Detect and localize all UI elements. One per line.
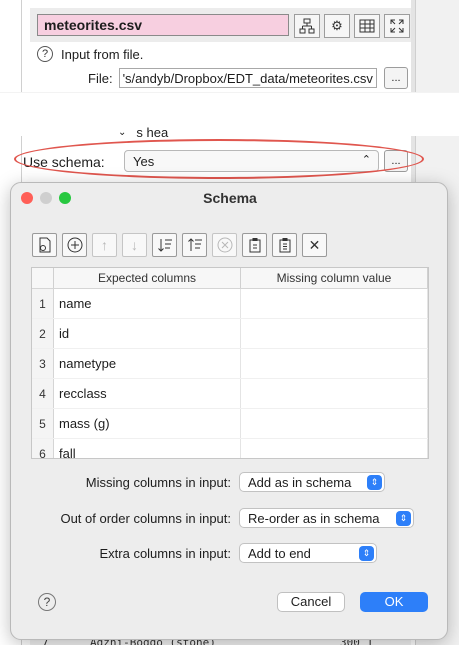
checkbox-icon[interactable]: ⌄ bbox=[118, 127, 126, 138]
row-number-header bbox=[32, 268, 54, 288]
schema-table: Expected columns Missing column value 1 … bbox=[31, 267, 429, 459]
table-row[interactable]: 4 recclass bbox=[32, 379, 428, 409]
expected-column-cell[interactable]: recclass bbox=[54, 379, 241, 408]
table-view-icon[interactable] bbox=[354, 14, 380, 38]
schema-toolbar: ↑ ↓ ✕ bbox=[32, 233, 327, 257]
missing-columns-row: Missing columns in input: Add as in sche… bbox=[11, 472, 447, 494]
move-up-icon[interactable]: ↑ bbox=[92, 233, 117, 257]
row-number: 6 bbox=[32, 439, 54, 458]
chevron-updown-icon: ⇕ bbox=[359, 546, 374, 561]
chevron-updown-icon: ⇕ bbox=[367, 475, 382, 490]
input-from-file-option[interactable]: ? Input from file. bbox=[37, 46, 143, 62]
expected-column-cell[interactable]: mass (g) bbox=[54, 409, 241, 438]
extra-columns-select[interactable]: Add to end ⇕ bbox=[239, 543, 377, 563]
expected-column-cell[interactable]: name bbox=[54, 289, 241, 318]
transform-name-field[interactable]: meteorites.csv bbox=[37, 14, 289, 36]
expected-column-cell[interactable]: nametype bbox=[54, 349, 241, 378]
file-label: File: bbox=[88, 70, 113, 86]
table-header: Expected columns Missing column value bbox=[32, 268, 428, 289]
missing-columns-select[interactable]: Add as in schema ⇕ bbox=[239, 472, 385, 492]
file-row: File: 's/andyb/Dropbox/EDT_data/meteorit… bbox=[88, 68, 377, 88]
out-of-order-row: Out of order columns in input: Re-order … bbox=[11, 508, 447, 530]
missing-columns-value: Add as in schema bbox=[248, 475, 352, 490]
file-path-field[interactable]: 's/andyb/Dropbox/EDT_data/meteorites.csv bbox=[118, 68, 377, 88]
row-number: 2 bbox=[32, 319, 54, 348]
paste-replace-icon[interactable] bbox=[272, 233, 297, 257]
file-browse-button[interactable]: ... bbox=[384, 67, 408, 89]
dialog-titlebar: Schema bbox=[11, 183, 447, 213]
sort-descending-icon[interactable] bbox=[182, 233, 207, 257]
occluded-region bbox=[0, 92, 459, 136]
remove-icon[interactable] bbox=[212, 233, 237, 257]
add-icon[interactable] bbox=[62, 233, 87, 257]
dialog-title: Schema bbox=[203, 190, 257, 206]
schema-dialog: Schema ↑ ↓ ✕ Expected columns Missing co… bbox=[10, 182, 448, 640]
column-header-missing-value[interactable]: Missing column value bbox=[241, 268, 428, 288]
extra-columns-value: Add to end bbox=[248, 546, 311, 561]
headers-checkbox[interactable]: ⌄ s hea bbox=[118, 125, 168, 140]
extra-columns-row: Extra columns in input: Add to end ⇕ bbox=[11, 543, 447, 565]
highlight-annotation bbox=[14, 139, 424, 179]
extra-columns-label: Extra columns in input: bbox=[99, 546, 231, 561]
missing-value-cell[interactable] bbox=[241, 289, 428, 318]
missing-value-cell[interactable] bbox=[241, 379, 428, 408]
expand-icon[interactable] bbox=[384, 14, 410, 38]
row-number: 5 bbox=[32, 409, 54, 438]
row-number: 3 bbox=[32, 349, 54, 378]
table-row[interactable]: 2 id bbox=[32, 319, 428, 349]
row-number: 4 bbox=[32, 379, 54, 408]
input-from-file-label: Input from file. bbox=[61, 46, 144, 62]
paste-add-icon[interactable] bbox=[242, 233, 267, 257]
out-of-order-select[interactable]: Re-order as in schema ⇕ bbox=[239, 508, 414, 528]
expected-column-cell[interactable]: fall bbox=[54, 439, 241, 458]
cancel-button[interactable]: Cancel bbox=[277, 592, 345, 612]
table-row[interactable]: 5 mass (g) bbox=[32, 409, 428, 439]
headers-checkbox-label: s hea bbox=[136, 125, 169, 140]
import-icon[interactable] bbox=[32, 233, 57, 257]
missing-value-cell[interactable] bbox=[241, 409, 428, 438]
table-row[interactable]: 1 name bbox=[32, 289, 428, 319]
clear-icon[interactable]: ✕ bbox=[302, 233, 327, 257]
settings-gear-icon[interactable]: ⚙ bbox=[324, 14, 350, 38]
missing-value-cell[interactable] bbox=[241, 319, 428, 348]
ok-button[interactable]: OK bbox=[360, 592, 428, 612]
sort-ascending-icon[interactable] bbox=[152, 233, 177, 257]
missing-columns-label: Missing columns in input: bbox=[85, 475, 231, 490]
help-icon[interactable]: ? bbox=[37, 46, 53, 62]
chevron-updown-icon: ⇕ bbox=[396, 511, 411, 526]
table-row[interactable]: 3 nametype bbox=[32, 349, 428, 379]
out-of-order-value: Re-order as in schema bbox=[248, 511, 380, 526]
missing-value-cell[interactable] bbox=[241, 349, 428, 378]
hierarchy-icon[interactable] bbox=[294, 14, 320, 38]
out-of-order-label: Out of order columns in input: bbox=[60, 511, 231, 526]
help-button[interactable]: ? bbox=[38, 593, 56, 611]
move-down-icon[interactable]: ↓ bbox=[122, 233, 147, 257]
column-header-expected[interactable]: Expected columns bbox=[54, 268, 241, 288]
missing-value-cell[interactable] bbox=[241, 439, 428, 458]
row-number: 1 bbox=[32, 289, 54, 318]
table-row[interactable]: 6 fall bbox=[32, 439, 428, 458]
expected-column-cell[interactable]: id bbox=[54, 319, 241, 348]
